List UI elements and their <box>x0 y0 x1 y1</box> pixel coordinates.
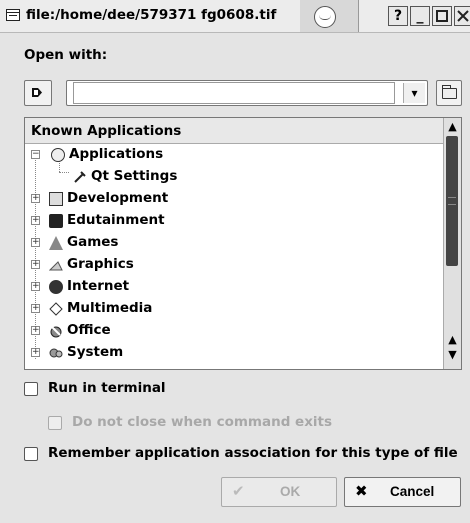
ok-button[interactable]: ✔ OK <box>221 477 337 507</box>
sticky-icon[interactable] <box>314 6 336 28</box>
expand-icon[interactable]: + <box>31 304 40 313</box>
window-menu-icon[interactable] <box>6 9 20 21</box>
cancel-x-icon: ✖ <box>355 483 368 500</box>
run-icon-inner <box>34 90 38 95</box>
games-icon <box>49 236 63 250</box>
title-bar-decoration <box>300 0 359 32</box>
tree-item-label: Games <box>67 234 119 250</box>
internet-icon <box>49 280 63 294</box>
tree-item-applications[interactable]: − Applications <box>25 144 443 166</box>
do-not-close-label[interactable]: Do not close when command exits <box>72 414 332 430</box>
tree-item-development[interactable]: + Development <box>25 188 443 210</box>
window-title: file:/home/dee/579371 fg0608.tif <box>26 7 277 23</box>
known-applications-tree[interactable]: Known Applications − Applications Qt Set… <box>24 117 462 370</box>
tree-item-multimedia[interactable]: + Multimedia <box>25 298 443 320</box>
scrollbar-thumb[interactable] <box>446 136 458 266</box>
open-with-dialog: file:/home/dee/579371 fg0608.tif ? _ Ope… <box>0 0 470 523</box>
application-input[interactable] <box>73 82 395 104</box>
tree-item-label: System <box>67 344 124 360</box>
open-with-label: Open with: <box>24 47 108 63</box>
scrollbar-grip <box>448 197 456 205</box>
maximize-icon <box>436 10 448 22</box>
title-bar[interactable]: file:/home/dee/579371 fg0608.tif ? _ <box>0 0 470 33</box>
chevron-down-icon[interactable]: ▾ <box>403 83 425 103</box>
ok-label: OK <box>280 484 301 499</box>
scroll-arrows-icon[interactable]: ▲ ▼ <box>445 332 460 366</box>
expand-icon[interactable]: + <box>31 326 40 335</box>
cancel-button[interactable]: ✖ Cancel <box>344 477 461 507</box>
browse-button[interactable] <box>436 80 462 106</box>
help-button[interactable]: ? <box>388 6 408 26</box>
tree-item-label: Multimedia <box>67 300 153 316</box>
minimize-button[interactable]: _ <box>410 6 430 26</box>
tree-item-edutainment[interactable]: + Edutainment <box>25 210 443 232</box>
maximize-button[interactable] <box>432 6 452 26</box>
folder-open-icon <box>442 85 457 99</box>
graphics-icon <box>48 258 63 272</box>
collapse-icon[interactable]: − <box>31 150 40 159</box>
run-in-terminal-label[interactable]: Run in terminal <box>48 380 166 396</box>
tree-item-qt-settings[interactable]: Qt Settings <box>25 166 443 188</box>
tree-item-label: Internet <box>67 278 130 294</box>
tree-item-office[interactable]: + Office <box>25 320 443 342</box>
cancel-label: Cancel <box>390 484 435 499</box>
office-icon <box>49 324 63 338</box>
tree-item-games[interactable]: + Games <box>25 232 443 254</box>
system-icon <box>49 346 63 360</box>
title-bar-buttons: ? _ <box>300 0 470 32</box>
multimedia-icon <box>49 302 63 316</box>
application-combobox[interactable]: ▾ <box>66 80 428 106</box>
checkmark-icon: ✔ <box>232 483 245 500</box>
run-command-button[interactable] <box>24 80 52 106</box>
tree-item-label: Applications <box>69 146 164 162</box>
do-not-close-checkbox[interactable] <box>48 416 62 430</box>
tree-item-label: Qt Settings <box>91 168 178 184</box>
tree-item-label: Development <box>67 190 169 206</box>
tree-scrollbar[interactable]: ▲ ▲ ▼ <box>443 118 461 369</box>
tree-item-internet[interactable]: + Internet <box>25 276 443 298</box>
tree-item-system[interactable]: + System <box>25 342 443 364</box>
applications-icon <box>51 148 65 162</box>
remember-association-checkbox[interactable] <box>24 447 38 461</box>
qt-settings-icon <box>73 170 87 184</box>
tree-item-label: Office <box>67 322 111 338</box>
tree-header[interactable]: Known Applications <box>25 118 443 144</box>
tree-item-label: Edutainment <box>67 212 165 228</box>
development-icon <box>49 192 63 206</box>
close-button[interactable] <box>454 6 470 26</box>
remember-association-label[interactable]: Remember application association for thi… <box>48 445 458 461</box>
scroll-up-arrow-icon[interactable]: ▲ <box>445 119 460 134</box>
expand-icon[interactable]: + <box>31 194 40 203</box>
expand-icon[interactable]: + <box>31 238 40 247</box>
expand-icon[interactable]: + <box>31 348 40 357</box>
close-icon <box>457 10 469 22</box>
tree-item-label: Graphics <box>67 256 134 272</box>
expand-icon[interactable]: + <box>31 216 40 225</box>
edutainment-icon <box>49 214 63 228</box>
run-in-terminal-checkbox[interactable] <box>24 382 38 396</box>
expand-icon[interactable]: + <box>31 282 40 291</box>
tree-item-graphics[interactable]: + Graphics <box>25 254 443 276</box>
expand-icon[interactable]: + <box>31 260 40 269</box>
